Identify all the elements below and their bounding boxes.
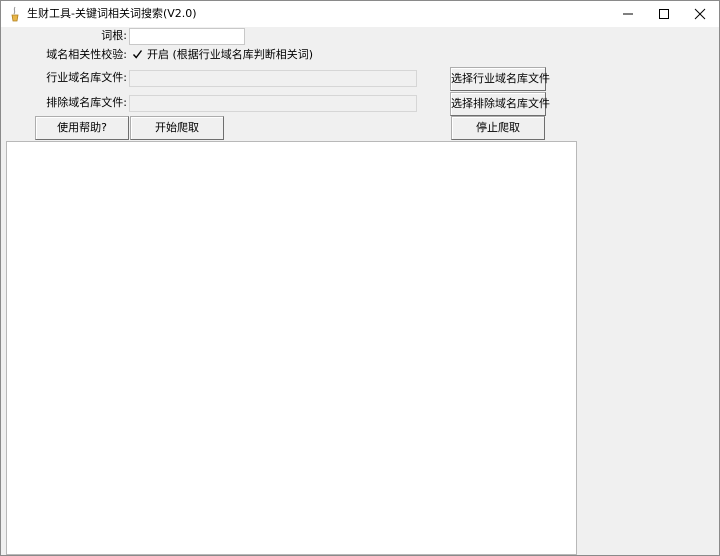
- select-industry-file-button[interactable]: 选择行业域名库文件: [450, 67, 550, 91]
- relevance-label: 域名相关性校验:: [46, 48, 127, 61]
- close-button[interactable]: [677, 1, 720, 27]
- relevance-checkbox[interactable]: [132, 49, 143, 60]
- keyword-input[interactable]: [129, 28, 245, 45]
- output-log[interactable]: [6, 141, 577, 555]
- help-button[interactable]: 使用帮助?: [35, 116, 129, 140]
- exclude-file-field[interactable]: [129, 95, 417, 112]
- stop-crawl-button[interactable]: 停止爬取: [451, 116, 545, 140]
- app-window: 生财工具-关键词相关词搜索(V2.0) 词根: 域名相关性校验: 开启 (根据行…: [0, 0, 720, 556]
- start-crawl-button[interactable]: 开始爬取: [130, 116, 224, 140]
- exclude-file-label: 排除域名库文件:: [46, 96, 127, 109]
- select-exclude-file-button[interactable]: 选择排除域名库文件: [450, 92, 550, 116]
- close-icon: [694, 8, 706, 20]
- app-icon: [9, 6, 21, 22]
- keyword-label: 词根:: [101, 29, 127, 42]
- relevance-check-label: 开启 (根据行业域名库判断相关词): [147, 48, 314, 61]
- checkmark-icon: [132, 50, 143, 59]
- title-bar[interactable]: 生财工具-关键词相关词搜索(V2.0): [1, 1, 719, 27]
- minimize-icon: [623, 13, 633, 15]
- window-title: 生财工具-关键词相关词搜索(V2.0): [27, 7, 197, 20]
- maximize-icon: [659, 9, 669, 19]
- industry-file-field[interactable]: [129, 70, 417, 87]
- industry-file-label: 行业域名库文件:: [46, 71, 127, 84]
